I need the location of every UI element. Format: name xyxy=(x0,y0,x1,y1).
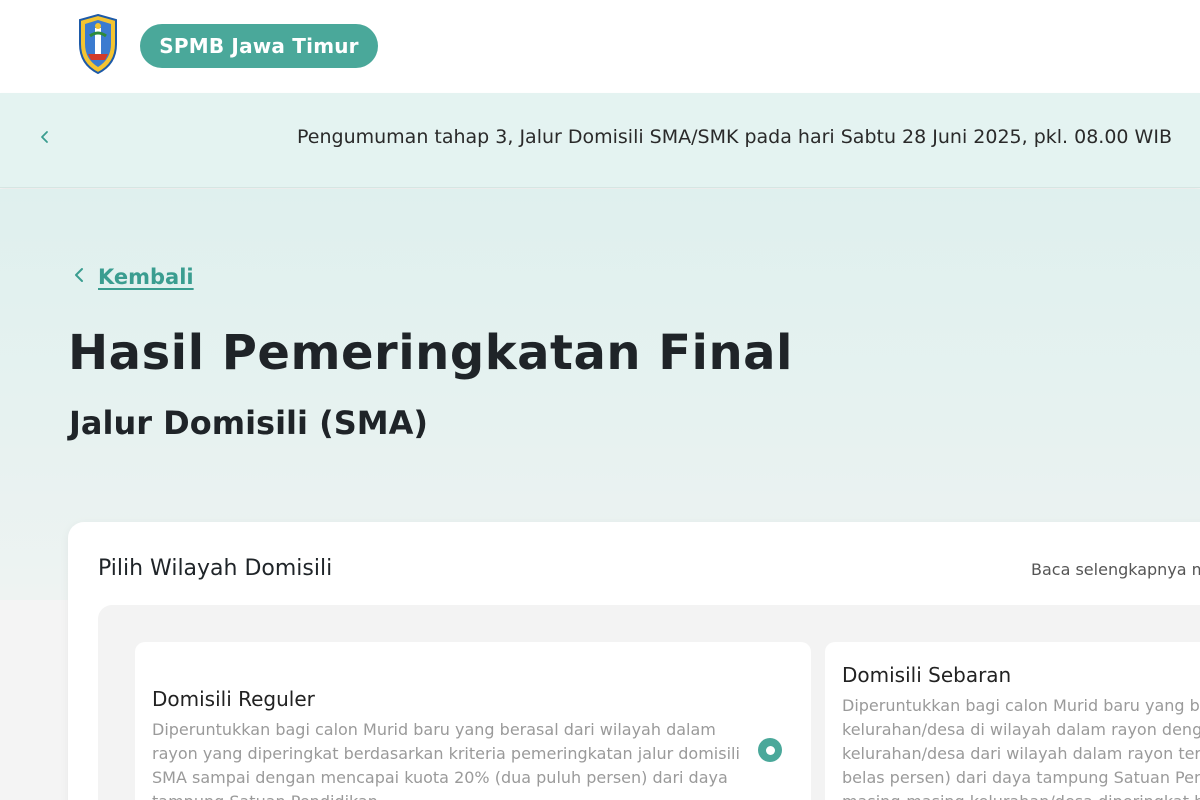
brand-badge[interactable]: SPMB Jawa Timur xyxy=(140,24,378,68)
radio-domisili-reguler[interactable] xyxy=(758,738,782,762)
option-description-line: masing-masing kelurahan/desa diperingkat… xyxy=(842,790,1200,800)
page-title: Hasil Pemeringkatan Final xyxy=(68,325,793,381)
option-title: Domisili Sebaran xyxy=(842,663,1012,687)
back-link[interactable]: Kembali xyxy=(72,262,194,292)
page-subtitle: Jalur Domisili (SMA) xyxy=(69,404,429,442)
site-header: SPMB Jawa Timur xyxy=(0,0,1200,93)
option-description-line: belas persen) dari daya tampung Satuan P… xyxy=(842,768,1200,787)
option-description-line: kelurahan/desa dari wilayah dalam rayon … xyxy=(842,744,1200,763)
option-description-line: rayon yang diperingkat berdasarkan krite… xyxy=(152,744,740,763)
option-description-line: Diperuntukkan bagi calon Murid baru yang… xyxy=(842,696,1200,715)
jawa-timur-crest-icon[interactable] xyxy=(76,13,120,75)
option-description-line: tampung Satuan Pendidikan xyxy=(152,790,742,800)
announcement-text: Pengumuman tahap 3, Jalur Domisili SMA/S… xyxy=(297,126,1172,148)
read-more-link[interactable]: Baca selengkapnya m xyxy=(1031,560,1200,579)
option-description: Diperuntukkan bagi calon Murid baru yang… xyxy=(842,694,1200,800)
radio-selected-dot xyxy=(765,745,775,755)
option-description: Diperuntukkan bagi calon Murid baru yang… xyxy=(152,718,742,800)
region-selector-title: Pilih Wilayah Domisili xyxy=(98,556,333,581)
chevron-left-icon[interactable] xyxy=(34,126,56,148)
announcement-bar: Pengumuman tahap 3, Jalur Domisili SMA/S… xyxy=(0,93,1200,188)
chevron-left-icon xyxy=(72,267,86,287)
option-title: Domisili Reguler xyxy=(152,687,315,711)
option-description-line: Diperuntukkan bagi calon Murid baru yang… xyxy=(152,720,716,739)
option-description-line: kelurahan/desa di wilayah dalam rayon de… xyxy=(842,720,1200,739)
option-description-line: SMA sampai dengan mencapai kuota 20% (du… xyxy=(152,768,728,787)
back-link-label[interactable]: Kembali xyxy=(98,265,194,289)
